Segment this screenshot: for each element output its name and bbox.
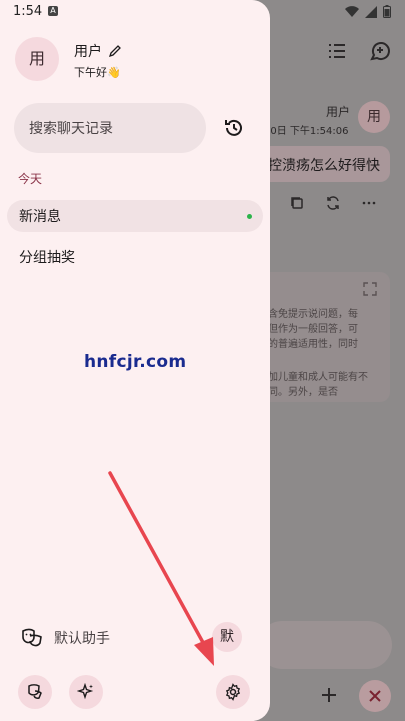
profile-greeting: 下午好👋	[74, 66, 121, 79]
profile-name: 用户	[74, 44, 102, 60]
chat-avatar: 用	[358, 101, 390, 133]
default-assistant-row[interactable]: 默认助手	[20, 622, 110, 654]
conversation-item-new-message[interactable]: 新消息	[7, 200, 263, 232]
conversation-label: 新消息	[19, 209, 61, 225]
search-chat-history-input[interactable]: 搜索聊天记录	[14, 103, 206, 153]
user-message-text: 控溃疡怎么好得快	[268, 158, 380, 174]
status-bar: 1:54 A	[0, 0, 405, 24]
mask-icon	[28, 684, 42, 699]
chat-username: 用户	[326, 105, 351, 119]
regenerate-icon	[327, 196, 339, 210]
sparkle-icon	[77, 683, 94, 700]
chat-timestamp: 20日 下午1:54:06	[264, 126, 349, 137]
close-icon	[369, 690, 381, 702]
plus-icon	[322, 688, 336, 702]
active-indicator-dot	[247, 214, 252, 219]
wifi-icon	[345, 5, 359, 17]
card-line: 同。另外，是否	[268, 387, 338, 398]
conversation-item-group-lottery[interactable]: 分组抽奖	[7, 241, 263, 273]
stop-button	[359, 680, 391, 712]
card-line: 加儿童和成人可能有不	[268, 372, 368, 383]
gear-icon	[225, 683, 241, 701]
card-line: 的普遍适用性，同时	[268, 339, 358, 350]
signal-icon	[365, 5, 377, 18]
search-placeholder: 搜索聊天记录	[29, 121, 113, 137]
conversation-label: 分组抽奖	[19, 250, 75, 266]
battery-icon	[383, 5, 391, 18]
settings-button[interactable]	[216, 675, 250, 709]
history-button[interactable]	[220, 114, 248, 142]
new-chat-icon	[370, 42, 390, 61]
theater-mask-icon	[22, 628, 42, 647]
status-icons	[345, 5, 391, 18]
assistant-badge[interactable]: 默	[212, 622, 242, 652]
list-icon	[329, 44, 345, 58]
pencil-icon[interactable]	[108, 44, 122, 58]
profile-name-row[interactable]: 用户	[74, 41, 122, 61]
status-time: 1:54	[13, 4, 43, 19]
history-icon	[225, 119, 242, 136]
expand-icon	[363, 282, 377, 296]
copy-icon	[291, 197, 303, 209]
card-line: 但作为一般回答，可	[268, 324, 358, 335]
profile-avatar[interactable]: 用	[15, 37, 59, 81]
message-input	[258, 621, 392, 669]
theme-button[interactable]	[18, 675, 52, 709]
card-line: 含免提示说问题，每	[268, 309, 358, 320]
section-header-today: 今天	[18, 172, 43, 186]
ai-features-button[interactable]	[69, 675, 103, 709]
watermark-text: hnfcjr.com	[84, 352, 187, 372]
more-icon	[362, 201, 376, 205]
navigation-drawer: 用 用户 下午好👋 搜索聊天记录 今天 新消息 分组抽奖 hnfcjr.com …	[0, 0, 270, 721]
notification-icon: A	[48, 6, 58, 16]
default-assistant-label: 默认助手	[54, 631, 110, 647]
